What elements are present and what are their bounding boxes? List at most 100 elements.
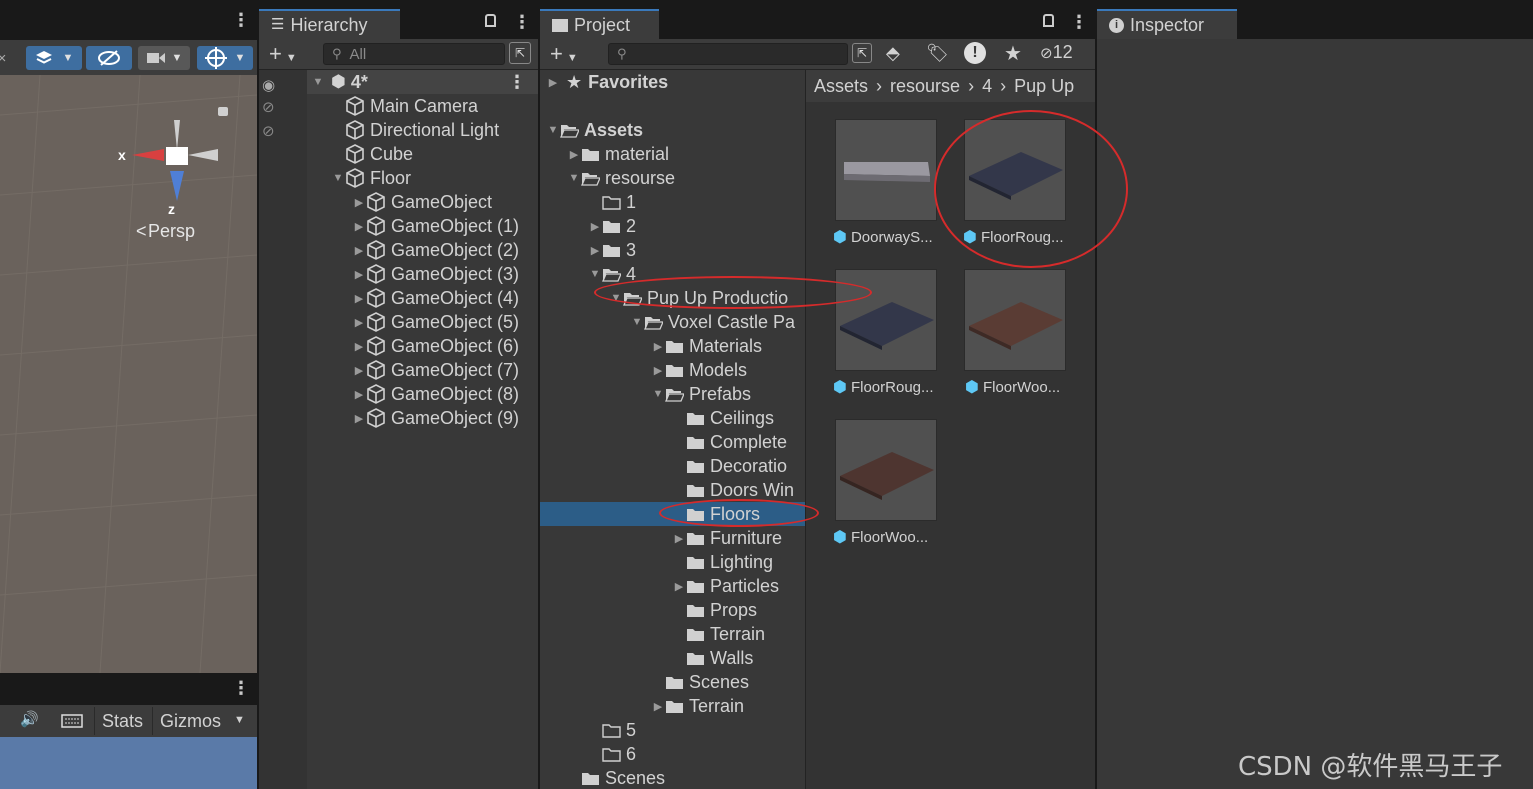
asset-thumbnail[interactable] — [835, 419, 937, 521]
folder-tree-item[interactable]: ▶ Particles — [540, 574, 805, 598]
hierarchy-item[interactable]: ▶ GameObject (7) — [352, 358, 519, 382]
folder-tree-item[interactable]: ▶ Materials — [540, 334, 805, 358]
folder-tree-item[interactable]: Doors Win — [540, 478, 805, 502]
expand-triangle[interactable]: ▶ — [352, 388, 366, 401]
orientation-gizmo[interactable] — [118, 115, 228, 235]
folder-tree-item[interactable]: Lighting — [540, 550, 805, 574]
add-object-button[interactable]: + ▼ — [269, 41, 297, 67]
expand-triangle[interactable]: ▶ — [588, 220, 602, 233]
folder-tree-item[interactable]: ▶ 3 — [540, 238, 805, 262]
folder-tree-item[interactable]: ▼ Pup Up Productio — [540, 286, 805, 310]
expand-triangle[interactable]: ▶ — [651, 700, 665, 713]
expand-triangle[interactable]: ▼ — [630, 316, 644, 328]
hierarchy-item[interactable]: ▶ GameObject (9) — [352, 406, 519, 430]
breadcrumb-item[interactable]: resourse — [890, 76, 960, 97]
expand-triangle[interactable]: ▶ — [352, 364, 366, 377]
gizmo-orientation-button[interactable]: ▼ — [197, 46, 253, 70]
folder-tree-item[interactable]: 1 — [540, 190, 805, 214]
folder-tree-item[interactable]: Scenes — [540, 766, 805, 789]
asset-thumbnail[interactable] — [964, 269, 1066, 371]
layers-toggle-button[interactable]: ▼ — [26, 46, 82, 70]
folder-tree-item[interactable]: ▼ 4 — [540, 262, 805, 286]
hierarchy-menu-icon[interactable]: ⋮ — [513, 12, 531, 33]
eye-hidden-icon[interactable]: ⊘ — [262, 122, 275, 140]
hierarchy-item[interactable]: ▼ Floor — [331, 166, 411, 190]
expand-triangle[interactable]: ▼ — [546, 124, 560, 136]
folder-tree-item[interactable]: Ceilings — [540, 406, 805, 430]
asset-label[interactable]: ⬢ FloorRoug... — [963, 227, 1064, 247]
folder-tree-item[interactable]: ▶ material — [540, 142, 805, 166]
folder-tree-item[interactable]: ▶ Models — [540, 358, 805, 382]
folder-tree-item[interactable]: 5 — [540, 718, 805, 742]
expand-triangle[interactable]: ▼ — [609, 292, 623, 304]
folder-tree-item[interactable]: Scenes — [540, 670, 805, 694]
audio-icon[interactable]: 🔊 — [20, 710, 39, 728]
favorites-row[interactable]: ▶ ★ Favorites — [540, 70, 805, 94]
asset-label[interactable]: ⬢ FloorRoug... — [833, 377, 934, 397]
hierarchy-item[interactable]: Directional Light — [331, 118, 499, 142]
expand-triangle[interactable]: ▼ — [567, 172, 581, 184]
folder-tree-item[interactable]: ▶ 2 — [540, 214, 805, 238]
filter-by-type-icon[interactable]: ⬘ — [886, 43, 900, 64]
expand-triangle[interactable]: ▼ — [651, 388, 665, 400]
filter-by-label-icon[interactable]: 🏷 — [926, 43, 949, 64]
folder-tree-item[interactable]: Props — [540, 598, 805, 622]
tab-project[interactable]: Project — [540, 9, 659, 39]
hierarchy-item[interactable]: ▶ GameObject (1) — [352, 214, 519, 238]
expand-triangle[interactable]: ▶ — [352, 220, 366, 233]
expand-triangle[interactable]: ▶ — [651, 364, 665, 377]
eye-icon[interactable]: ◉ — [262, 76, 275, 94]
hierarchy-item[interactable]: Cube — [331, 142, 413, 166]
hierarchy-item[interactable]: ▶ GameObject (6) — [352, 334, 519, 358]
project-lock-icon[interactable] — [1043, 14, 1054, 27]
project-search-expand-button[interactable]: ⇱ — [852, 43, 872, 63]
expand-triangle[interactable]: ▶ — [352, 244, 366, 257]
asset-label[interactable]: ⬢ DoorwayS... — [833, 227, 933, 247]
warning-icon[interactable]: ! — [964, 42, 986, 64]
hierarchy-expand-button[interactable]: ⇱ — [509, 42, 531, 64]
game-menu-icon[interactable]: ⋮ — [232, 678, 250, 699]
expand-triangle[interactable]: ▶ — [546, 76, 560, 89]
expand-triangle[interactable]: ▶ — [352, 268, 366, 281]
tab-inspector[interactable]: i Inspector — [1097, 9, 1237, 39]
expand-triangle[interactable]: ▼ — [311, 76, 325, 88]
gizmos-button[interactable]: Gizmos — [152, 707, 228, 735]
folder-tree-item[interactable]: Complete — [540, 430, 805, 454]
assets-root-row[interactable]: ▼ Assets — [540, 118, 805, 142]
expand-triangle[interactable]: ▶ — [352, 196, 366, 209]
favorite-star-icon[interactable]: ★ — [1004, 41, 1022, 66]
folder-tree-item[interactable]: ▼ Prefabs — [540, 382, 805, 406]
folder-tree-item[interactable]: ▶ Terrain — [540, 694, 805, 718]
stats-button[interactable]: Stats — [94, 707, 150, 735]
asset-thumbnail[interactable] — [835, 119, 937, 221]
hierarchy-search-input[interactable]: ⚲ All — [323, 43, 505, 65]
eye-hidden-icon[interactable]: ⊘ — [262, 98, 275, 116]
expand-triangle[interactable]: ▶ — [672, 580, 686, 593]
expand-triangle[interactable]: ▶ — [588, 244, 602, 257]
hierarchy-item[interactable]: ▶ GameObject (4) — [352, 286, 519, 310]
expand-triangle[interactable]: ▶ — [651, 340, 665, 353]
hierarchy-lock-icon[interactable] — [485, 14, 496, 27]
hierarchy-item[interactable]: ▶ GameObject (5) — [352, 310, 519, 334]
expand-triangle[interactable]: ▶ — [352, 340, 366, 353]
expand-triangle[interactable]: ▶ — [352, 316, 366, 329]
folder-tree-item[interactable]: Walls — [540, 646, 805, 670]
scene-viewport[interactable]: x z < Persp — [0, 75, 257, 673]
hierarchy-item[interactable]: ▶ GameObject (8) — [352, 382, 519, 406]
asset-label[interactable]: ⬢ FloorWoo... — [833, 527, 928, 547]
folder-tree-item[interactable]: ▼ resourse — [540, 166, 805, 190]
scene-visibility-button[interactable] — [86, 46, 132, 70]
gizmos-dropdown-icon[interactable]: ▼ — [234, 714, 245, 726]
breadcrumb-item[interactable]: Assets — [814, 76, 868, 97]
folder-tree-item[interactable]: Floors — [540, 502, 805, 526]
asset-thumbnail[interactable] — [964, 119, 1066, 221]
tab-hierarchy[interactable]: ☰ Hierarchy — [259, 9, 400, 39]
breadcrumb-item[interactable]: Pup Up — [1014, 76, 1074, 97]
expand-triangle[interactable]: ▼ — [588, 268, 602, 280]
project-menu-icon[interactable]: ⋮ — [1070, 12, 1088, 33]
hierarchy-item[interactable]: ▶ GameObject (2) — [352, 238, 519, 262]
expand-triangle[interactable]: ▼ — [331, 172, 345, 184]
breadcrumb-item[interactable]: 4 — [982, 76, 992, 97]
expand-triangle[interactable]: ▶ — [352, 292, 366, 305]
hidden-packages-button[interactable]: ⊘ 12 — [1040, 42, 1073, 63]
